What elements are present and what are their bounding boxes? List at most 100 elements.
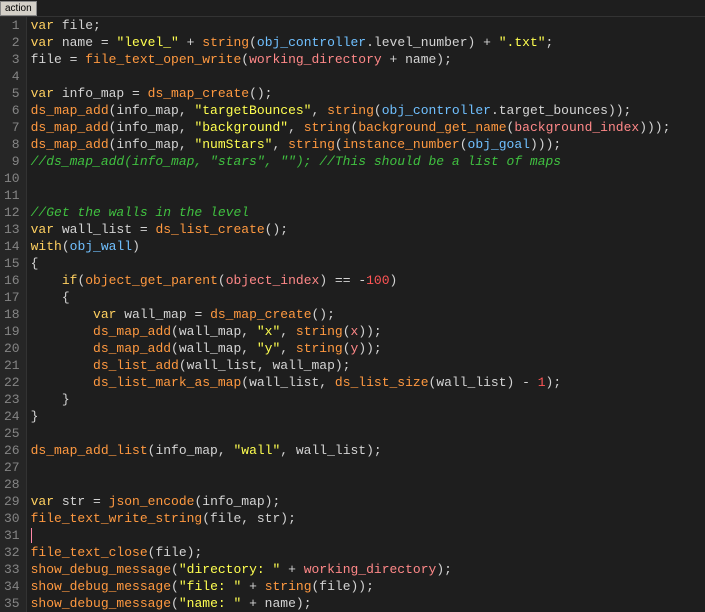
code-line[interactable]: ds_map_add(info_map, "background", strin… [31, 119, 701, 136]
code-line[interactable]: var str = json_encode(info_map); [31, 493, 701, 510]
code-line[interactable]: var wall_list = ds_list_create(); [31, 221, 701, 238]
code-line[interactable]: { [31, 289, 701, 306]
line-number: 35 [4, 595, 20, 612]
code-line[interactable]: var info_map = ds_map_create(); [31, 85, 701, 102]
code-token: string [327, 103, 374, 118]
code-token: (wall_list) - [429, 375, 538, 390]
code-line[interactable]: ds_list_mark_as_map(wall_list, ds_list_s… [31, 374, 701, 391]
code-line[interactable]: show_debug_message("name: " + name); [31, 595, 701, 612]
code-token [31, 358, 93, 373]
line-number: 26 [4, 442, 20, 459]
code-token: , [280, 341, 296, 356]
code-token: (file); [148, 545, 203, 560]
code-token: working_directory [249, 52, 382, 67]
code-token: ds_map_create [210, 307, 311, 322]
code-line[interactable] [31, 68, 701, 85]
line-number: 8 [4, 136, 20, 153]
code-line[interactable]: show_debug_message("file: " + string(fil… [31, 578, 701, 595]
code-token: + [179, 35, 202, 50]
code-token: (wall_list, wall_map); [179, 358, 351, 373]
code-line[interactable] [31, 527, 701, 544]
code-line[interactable]: { [31, 255, 701, 272]
code-token: , [311, 103, 327, 118]
code-token [31, 307, 93, 322]
code-token: (); [312, 307, 335, 322]
code-token: + [280, 562, 303, 577]
code-token: ( [460, 137, 468, 152]
code-token: ds_list_create [155, 222, 264, 237]
line-number: 33 [4, 561, 20, 578]
line-number: 17 [4, 289, 20, 306]
code-line[interactable] [31, 425, 701, 442]
line-number: 18 [4, 306, 20, 323]
code-line[interactable]: var name = "level_" + string(obj_control… [31, 34, 701, 51]
code-line[interactable] [31, 170, 701, 187]
code-token: (info_map, [109, 137, 195, 152]
code-token: 100 [366, 273, 389, 288]
code-line[interactable]: ds_map_add(info_map, "targetBounces", st… [31, 102, 701, 119]
code-token: background_index [514, 120, 639, 135]
code-token: obj_wall [70, 239, 132, 254]
code-line[interactable]: file = file_text_open_write(working_dire… [31, 51, 701, 68]
line-number: 13 [4, 221, 20, 238]
code-token: if [62, 273, 78, 288]
line-number: 4 [4, 68, 20, 85]
line-number: 24 [4, 408, 20, 425]
code-line[interactable] [31, 476, 701, 493]
code-line[interactable]: //ds_map_add(info_map, "stars", ""); //T… [31, 153, 701, 170]
code-token: file; [62, 18, 101, 33]
code-line[interactable]: ds_list_add(wall_list, wall_map); [31, 357, 701, 374]
code-token: ); [546, 375, 562, 390]
code-line[interactable]: //Get the walls in the level [31, 204, 701, 221]
code-token: (wall_list, [241, 375, 335, 390]
code-token: json_encode [109, 494, 195, 509]
code-token: object_index [226, 273, 320, 288]
line-number: 30 [4, 510, 20, 527]
line-number: 12 [4, 204, 20, 221]
code-token: ds_map_add [31, 137, 109, 152]
code-token: object_get_parent [85, 273, 218, 288]
code-line[interactable]: } [31, 408, 701, 425]
code-line[interactable]: } [31, 391, 701, 408]
code-line[interactable]: ds_map_add(wall_map, "x", string(x)); [31, 323, 701, 340]
code-line[interactable] [31, 187, 701, 204]
code-token: ds_map_add [31, 103, 109, 118]
code-token: "x" [257, 324, 280, 339]
code-token: ))); [639, 120, 670, 135]
code-token [31, 375, 93, 390]
code-editor[interactable]: 1234567891011121314151617181920212223242… [0, 16, 705, 612]
code-line[interactable]: ds_map_add_list(info_map, "wall", wall_l… [31, 442, 701, 459]
code-line[interactable]: file_text_write_string(file, str); [31, 510, 701, 527]
code-line[interactable]: var file; [31, 17, 701, 34]
code-line[interactable]: var wall_map = ds_map_create(); [31, 306, 701, 323]
code-token: ( [343, 324, 351, 339]
code-token: (); [249, 86, 272, 101]
line-number: 15 [4, 255, 20, 272]
code-line[interactable]: ds_map_add(wall_map, "y", string(y)); [31, 340, 701, 357]
code-line[interactable]: if(object_get_parent(object_index) == -1… [31, 272, 701, 289]
line-number: 2 [4, 34, 20, 51]
code-line[interactable]: with(obj_wall) [31, 238, 701, 255]
code-token: "numStars" [194, 137, 272, 152]
code-token: (file, str); [202, 511, 296, 526]
code-token [31, 273, 62, 288]
code-token: , [280, 324, 296, 339]
code-line[interactable]: file_text_close(file); [31, 544, 701, 561]
line-number: 23 [4, 391, 20, 408]
code-token: ))); [530, 137, 561, 152]
code-line[interactable] [31, 459, 701, 476]
code-token: ); [436, 562, 452, 577]
code-area[interactable]: var file;var name = "level_" + string(ob… [27, 17, 705, 612]
window-title: action [0, 1, 37, 16]
code-token: str = [62, 494, 109, 509]
code-token: file_text_close [31, 545, 148, 560]
code-token: info_map = [62, 86, 148, 101]
code-token: { [31, 290, 70, 305]
line-number: 7 [4, 119, 20, 136]
code-line[interactable]: show_debug_message("directory: " + worki… [31, 561, 701, 578]
line-number: 10 [4, 170, 20, 187]
code-line[interactable]: ds_map_add(info_map, "numStars", string(… [31, 136, 701, 153]
code-token: ds_map_add [93, 341, 171, 356]
code-token: } [31, 409, 39, 424]
code-token: string [265, 579, 312, 594]
